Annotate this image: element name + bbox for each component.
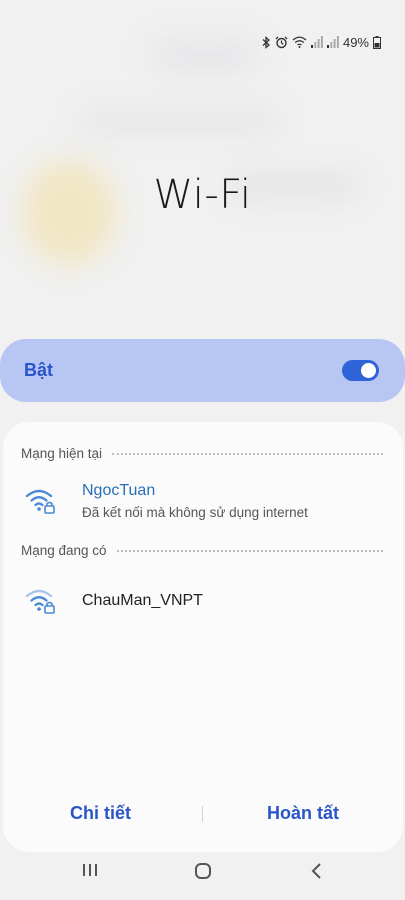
blurred-header xyxy=(150,40,260,70)
dialog-title: Wi-Fi xyxy=(153,172,252,218)
available-network-item[interactable]: ChauMan_VNPT xyxy=(24,587,203,615)
bluetooth-icon xyxy=(262,35,271,49)
blurred-text xyxy=(80,112,280,132)
signal-icon xyxy=(310,36,323,48)
battery-percent: 49% xyxy=(342,34,369,50)
status-bar: 49% xyxy=(262,32,381,52)
wifi-switch[interactable] xyxy=(342,360,379,381)
wifi-status-icon xyxy=(292,36,307,48)
current-network-text: NgocTuan Đã kết nối mà không sử dụng int… xyxy=(82,482,308,520)
available-networks-section-header: Mạng đang có xyxy=(21,543,383,558)
footer-divider xyxy=(202,806,203,822)
current-network-status: Đã kết nối mà không sử dụng internet xyxy=(82,505,308,520)
battery-icon xyxy=(373,35,381,49)
navigation-bar xyxy=(0,862,405,890)
recent-apps-icon[interactable] xyxy=(82,862,98,883)
wifi-toggle-row[interactable]: Bật xyxy=(0,339,405,402)
current-network-name: NgocTuan xyxy=(82,482,156,499)
current-network-item[interactable]: NgocTuan Đã kết nối mà không sử dụng int… xyxy=(24,482,308,520)
dotted-divider xyxy=(112,452,383,455)
done-button[interactable]: Hoàn tất xyxy=(267,803,339,824)
home-icon[interactable] xyxy=(194,862,212,885)
current-network-section-header: Mạng hiện tại xyxy=(21,446,383,461)
toggle-label: Bật xyxy=(24,360,54,380)
available-network-name: ChauMan_VNPT xyxy=(82,592,203,609)
details-button[interactable]: Chi tiết xyxy=(70,803,131,824)
dotted-divider xyxy=(116,549,383,552)
alarm-icon xyxy=(275,36,288,49)
switch-knob xyxy=(361,363,376,378)
signal-icon xyxy=(326,36,339,48)
wifi-lock-icon xyxy=(24,487,58,515)
section-heading: Mạng hiện tại xyxy=(21,446,103,461)
section-heading: Mạng đang có xyxy=(21,543,107,558)
wifi-lock-icon xyxy=(24,587,58,615)
back-icon[interactable] xyxy=(310,862,324,885)
